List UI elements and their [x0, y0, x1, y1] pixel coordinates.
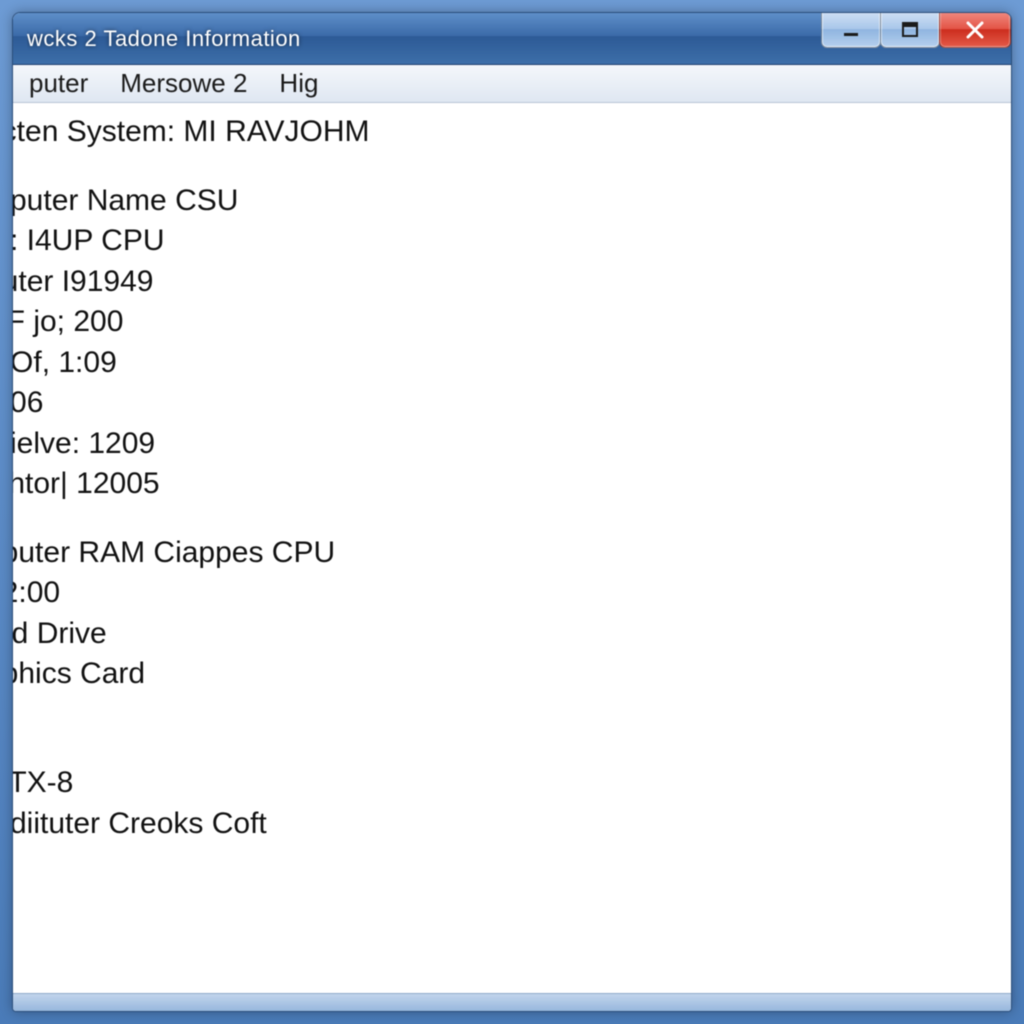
info-line: OTX-8	[12, 763, 1007, 804]
maximize-button[interactable]	[880, 12, 940, 48]
maximize-icon	[900, 20, 920, 40]
info-line: ightor| 12005	[12, 464, 1007, 505]
menu-item-puter[interactable]: puter	[19, 66, 110, 101]
app-window: wcks 2 Tadone Information puter Mer	[12, 12, 1012, 1012]
menu-item-mersowe[interactable]: Mersowe 2	[110, 66, 269, 101]
info-line: e Of, 1:09	[12, 343, 1007, 384]
info-line: mputer Name CSU	[12, 181, 1007, 222]
info-line: ecten System: MI RAVJOHM	[12, 112, 1007, 153]
info-line: aphics Card	[12, 654, 1007, 695]
info-line: 8.06	[12, 383, 1007, 424]
menu-item-hig[interactable]: Hig	[269, 66, 340, 101]
info-line: mielve: 1209	[12, 424, 1007, 465]
info-line: )	[12, 723, 1007, 764]
close-button[interactable]	[939, 12, 1011, 48]
info-line: nputer RAM Ciappes CPU	[12, 533, 1007, 574]
info-line: m: I4UP CPU	[12, 221, 1007, 262]
info-line: UF jo; 200	[12, 302, 1007, 343]
titlebar[interactable]: wcks 2 Tadone Information	[13, 13, 1011, 65]
window-title: wcks 2 Tadone Information	[27, 26, 822, 52]
close-icon	[964, 19, 986, 41]
info-line: ; 2:00	[12, 573, 1007, 614]
minimize-button[interactable]	[821, 12, 881, 48]
window-bottom-frame	[13, 993, 1011, 1011]
info-line: mdiituter Creoks Coft	[12, 804, 1007, 845]
window-controls	[822, 12, 1011, 48]
info-line: ard Drive	[12, 614, 1007, 655]
info-line: puter I91949	[12, 262, 1007, 303]
menu-bar: puter Mersowe 2 Hig	[13, 65, 1011, 103]
content-area: ecten System: MI RAVJOHM mputer Name CSU…	[12, 103, 1011, 993]
minimize-icon	[841, 20, 861, 40]
